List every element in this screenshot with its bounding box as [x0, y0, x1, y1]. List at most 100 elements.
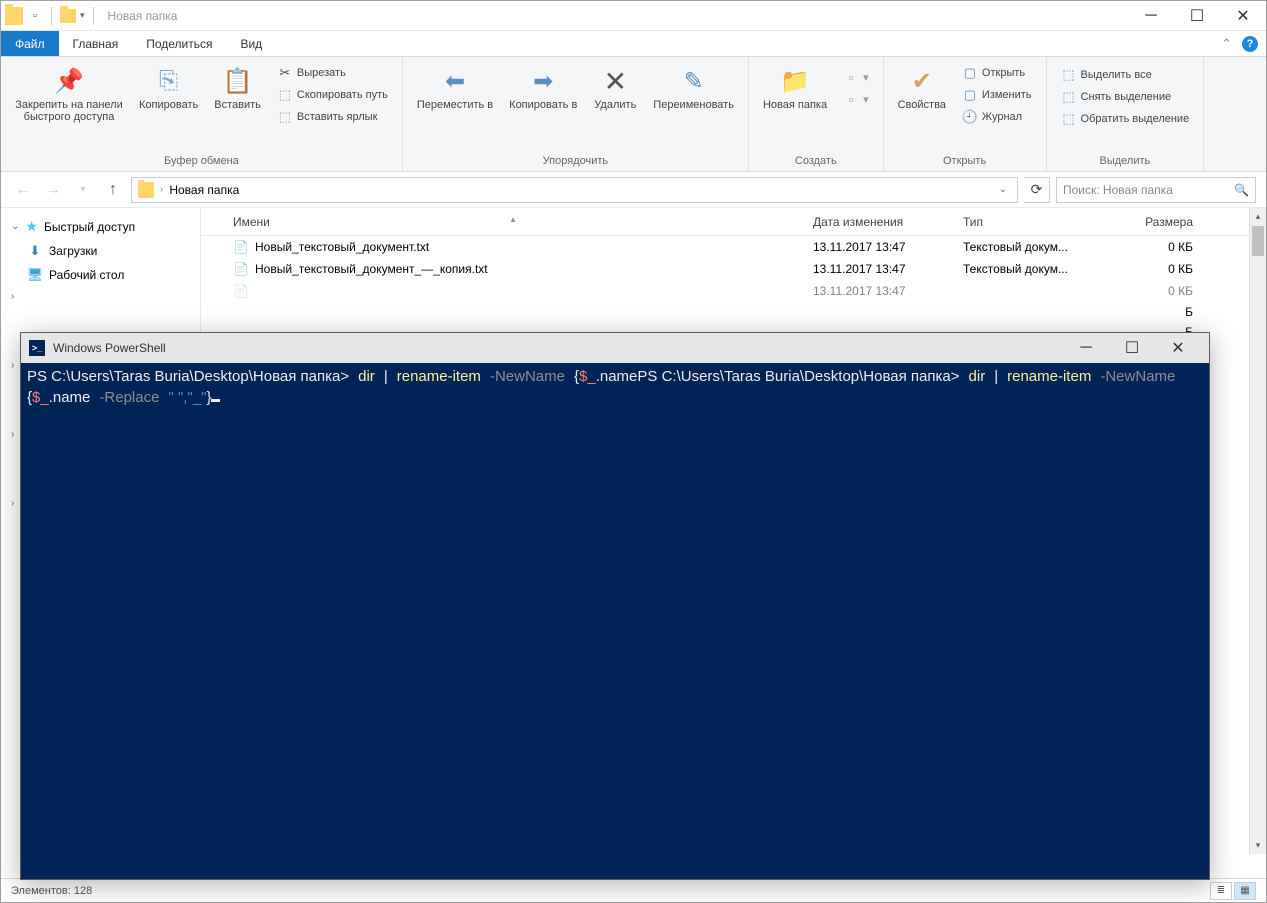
ribbon: 📌 Закрепить на панели быстрого доступа ⎘… [1, 57, 1266, 172]
sidebar-downloads[interactable]: ⬇ Загрузки [1, 239, 200, 263]
address-dropdown[interactable]: ⌄ [995, 184, 1011, 195]
file-row[interactable]: 📄Новый_текстовый_документ.txt 13.11.2017… [201, 236, 1266, 258]
ps-prompt: PS C:\Users\Taras Buria\Desktop\Новая па… [27, 368, 349, 385]
easyaccess-button[interactable]: ▫▾ [839, 89, 873, 109]
textfile-icon: 📄 [233, 283, 249, 299]
status-count-label: Элементов: [11, 885, 71, 897]
qat-dropdown-icon[interactable]: ▾ [80, 10, 85, 21]
ribbon-tabs: Файл Главная Поделиться Вид ⌃ ? [1, 31, 1266, 57]
sort-indicator-icon: ▴ [511, 214, 516, 225]
paste-button[interactable]: 📋 Вставить [208, 61, 267, 115]
paste-icon: 📋 [222, 65, 254, 97]
file-row[interactable]: 📄Новый_текстовый_документ_—_копия.txt 13… [201, 258, 1266, 280]
desktop-icon: 🖥 [27, 267, 43, 283]
collapse-ribbon-icon[interactable]: ⌃ [1221, 36, 1232, 52]
copy-icon: ⎘ [153, 65, 185, 97]
scroll-down-icon[interactable]: ▾ [1250, 837, 1266, 854]
folder-icon [5, 7, 23, 25]
copyto-icon: ➡ [527, 65, 559, 97]
delete-button[interactable]: ✕ Удалить [587, 61, 643, 115]
history-button[interactable]: 🕘Журнал [958, 107, 1036, 127]
open-button[interactable]: ▢Открыть [958, 63, 1036, 83]
newitem-button[interactable]: ▫▾ [839, 67, 873, 87]
search-placeholder: Поиск: Новая папка [1063, 183, 1173, 197]
ps-close-button[interactable]: ✕ [1155, 333, 1201, 363]
ps-maximize-button[interactable]: ☐ [1109, 333, 1155, 363]
pin-quickaccess-button[interactable]: 📌 Закрепить на панели быстрого доступа [9, 61, 129, 127]
file-row[interactable]: 📄 13.11.2017 13:47 0 КБ [201, 280, 1266, 302]
moveto-button[interactable]: ⬅ Переместить в [411, 61, 499, 115]
recent-dropdown[interactable]: ▾ [71, 178, 95, 202]
pin-icon: 📌 [53, 65, 85, 97]
rename-button[interactable]: ✎ Переименовать [647, 61, 740, 115]
chevron-down-icon[interactable]: ⌄ [11, 221, 19, 232]
selectnone-icon: ⬚ [1061, 89, 1077, 105]
close-button[interactable]: ✕ [1220, 1, 1266, 31]
forward-button[interactable]: → [41, 178, 65, 202]
scrollbar-thumb[interactable] [1252, 226, 1264, 256]
file-row[interactable]: Б [201, 302, 1266, 322]
pin-label: Закрепить на панели быстрого доступа [15, 99, 123, 123]
tab-file[interactable]: Файл [1, 31, 59, 56]
powershell-window: >_ Windows PowerShell ─ ☐ ✕ PS C:\Users\… [20, 332, 1210, 880]
up-button[interactable]: ↑ [101, 178, 125, 202]
minimize-button[interactable]: ─ [1128, 1, 1174, 31]
vertical-scrollbar[interactable]: ▴ ▾ [1249, 208, 1266, 854]
search-icon: 🔍 [1234, 183, 1249, 197]
tab-share[interactable]: Поделиться [132, 31, 226, 56]
status-count: 128 [74, 885, 92, 897]
selectall-button[interactable]: ⬚Выделить все [1057, 65, 1194, 85]
scroll-up-icon[interactable]: ▴ [1250, 208, 1266, 225]
selectnone-button[interactable]: ⬚Снять выделение [1057, 87, 1194, 107]
col-size[interactable]: Размера [1113, 215, 1193, 229]
scissors-icon: ✂ [277, 65, 293, 81]
col-type[interactable]: Тип [963, 215, 1113, 229]
star-icon: ★ [25, 218, 38, 235]
breadcrumb-folder[interactable]: Новая папка [169, 183, 239, 197]
invert-button[interactable]: ⬚Обратить выделение [1057, 109, 1194, 129]
downloads-icon: ⬇ [27, 243, 43, 259]
address-bar[interactable]: › Новая папка ⌄ [131, 177, 1018, 203]
cut-button[interactable]: ✂Вырезать [273, 63, 392, 83]
ps-minimize-button[interactable]: ─ [1063, 333, 1109, 363]
open-icon: ▢ [962, 65, 978, 81]
cursor [211, 399, 220, 402]
search-box[interactable]: Поиск: Новая папка 🔍 [1056, 177, 1256, 203]
divider [51, 7, 52, 25]
path-icon: ⬚ [277, 87, 293, 103]
view-large-button[interactable]: ▦ [1234, 882, 1256, 900]
col-date[interactable]: Дата изменения [813, 215, 963, 229]
newfolder-button[interactable]: 📁 Новая папка [757, 61, 833, 115]
powershell-terminal[interactable]: PS C:\Users\Taras Buria\Desktop\Новая па… [21, 363, 1209, 879]
edit-button[interactable]: ▢Изменить [958, 85, 1036, 105]
back-button[interactable]: ← [11, 178, 35, 202]
copy-button[interactable]: ⎘ Копировать [133, 61, 204, 115]
powershell-title: Windows PowerShell [53, 341, 166, 355]
copyto-button[interactable]: ➡ Копировать в [503, 61, 583, 115]
shortcut-icon: ⬚ [277, 109, 293, 125]
paste-shortcut-button[interactable]: ⬚Вставить ярлык [273, 107, 392, 127]
powershell-titlebar[interactable]: >_ Windows PowerShell ─ ☐ ✕ [21, 333, 1209, 363]
qat-save-icon[interactable]: ▫ [27, 8, 43, 24]
moveto-icon: ⬅ [439, 65, 471, 97]
newfolder-icon: 📁 [779, 65, 811, 97]
group-open-label: Открыть [892, 153, 1038, 169]
refresh-button[interactable]: ⟳ [1024, 177, 1050, 203]
tab-home[interactable]: Главная [59, 31, 133, 56]
col-name[interactable]: ▴ Имени [213, 215, 813, 229]
tab-view[interactable]: Вид [226, 31, 276, 56]
view-details-button[interactable]: ≣ [1210, 882, 1232, 900]
properties-button[interactable]: ✔ Свойства [892, 61, 952, 115]
sidebar-expand-1[interactable]: › [1, 287, 200, 306]
delete-icon: ✕ [599, 65, 631, 97]
sidebar-quickaccess[interactable]: ⌄ ★ Быстрый доступ [1, 214, 200, 239]
titlebar: ▫ ▾ Новая папка ─ ☐ ✕ [1, 1, 1266, 31]
invert-icon: ⬚ [1061, 111, 1077, 127]
folder-icon-2 [60, 9, 76, 23]
help-icon[interactable]: ? [1242, 36, 1258, 52]
maximize-button[interactable]: ☐ [1174, 1, 1220, 31]
copy-path-button[interactable]: ⬚Скопировать путь [273, 85, 392, 105]
statusbar: Элементов: 128 ≣ ▦ [1, 878, 1266, 902]
chevron-right-icon[interactable]: › [160, 184, 163, 195]
sidebar-desktop[interactable]: 🖥 Рабочий стол [1, 263, 200, 287]
